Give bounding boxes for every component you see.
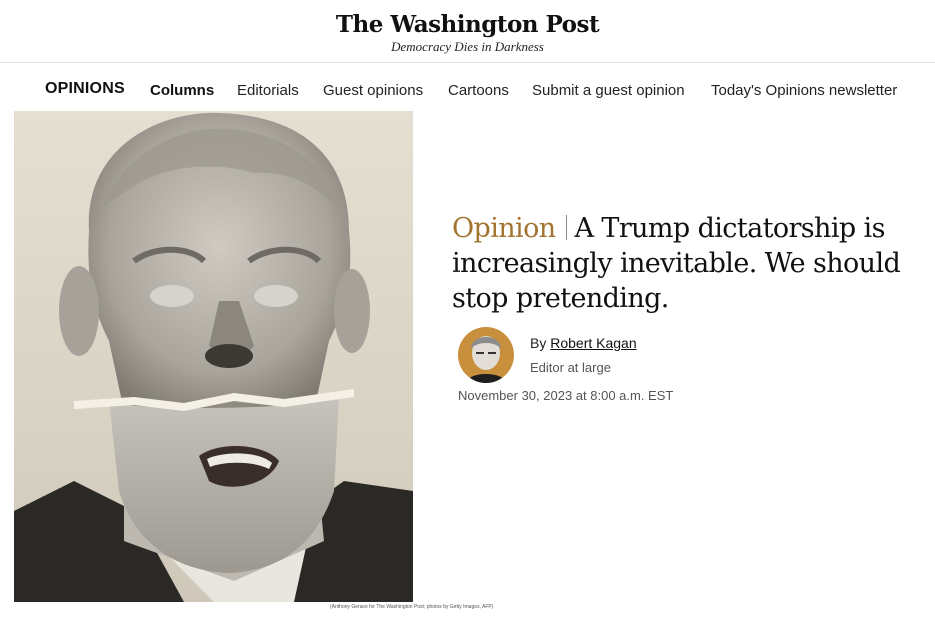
masthead: The Washington Post Democracy Dies in Da… [0,0,935,63]
byline-prefix: By [530,335,547,351]
nav-item-submit-guest-opinion[interactable]: Submit a guest opinion [532,82,685,99]
author-role: Editor at large [530,360,611,375]
nav-item-cartoons[interactable]: Cartoons [448,82,509,99]
site-tagline: Democracy Dies in Darkness [391,39,544,54]
nav-section-opinions[interactable]: OPINIONS [45,80,125,98]
author-avatar[interactable] [458,327,514,383]
hero-illustration [14,111,413,602]
article-headline: Opinion A Trump dictatorship is increasin… [452,211,902,316]
section-nav: OPINIONS Columns Editorials Guest opinio… [0,62,935,114]
nav-item-guest-opinions[interactable]: Guest opinions [323,82,423,99]
publish-date: November 30, 2023 at 8:00 a.m. EST [458,388,674,403]
nav-item-columns[interactable]: Columns [150,82,214,99]
opinion-kicker[interactable]: Opinion [452,213,556,244]
kicker-divider [565,215,567,240]
author-portrait-icon [466,336,506,383]
site-logo[interactable]: The Washington Post [0,11,935,38]
byline: By Robert Kagan [530,335,637,351]
nav-item-opinions-newsletter[interactable]: Today's Opinions newsletter [711,82,897,99]
nav-item-editorials[interactable]: Editorials [237,82,299,99]
statue-face-collage [14,112,413,602]
author-link[interactable]: Robert Kagan [550,335,636,351]
photo-credit: (Anthony Gerace for The Washington Post;… [330,604,494,610]
